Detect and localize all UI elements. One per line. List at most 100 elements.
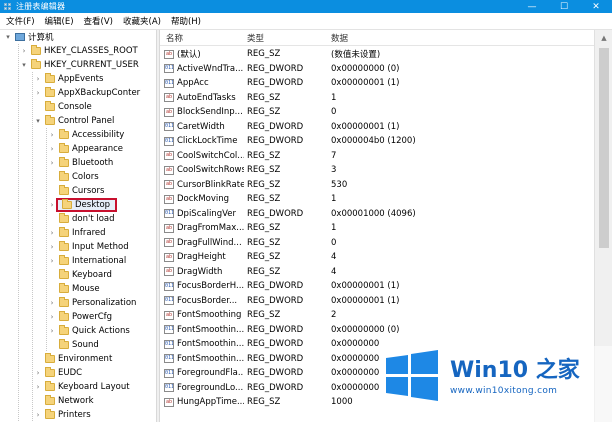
menu-file[interactable]: 文件(F) — [6, 15, 35, 27]
tree-node-appevents[interactable]: › AppEvents — [34, 72, 103, 86]
value-type: REG_DWORD — [247, 353, 304, 364]
tree-node-control-panel[interactable]: ▾ Control Panel — [34, 114, 114, 128]
value-name-cell: 011 CaretWidth — [164, 122, 244, 132]
expanded-chevron-icon[interactable]: ▾ — [34, 117, 42, 125]
collapsed-chevron-icon[interactable]: › — [34, 75, 42, 83]
collapsed-chevron-icon[interactable]: › — [20, 47, 28, 55]
collapsed-chevron-icon[interactable]: › — [48, 145, 56, 153]
tree-node-international[interactable]: › International — [48, 254, 126, 268]
value-type: REG_SZ — [247, 165, 281, 176]
column-header-type[interactable]: 类型 — [247, 32, 264, 44]
table-row[interactable]: ab CursorBlinkRate REG_SZ 530 — [160, 178, 594, 193]
scroll-up-icon[interactable]: ▲ — [595, 30, 612, 46]
tree-node-sound[interactable]: Sound — [48, 338, 99, 352]
table-row[interactable]: ab DragWidth REG_SZ 4 — [160, 265, 594, 280]
table-row[interactable]: 011 CaretWidth REG_DWORD 0x00000001 (1) — [160, 120, 594, 135]
string-value-icon: ab — [164, 252, 174, 262]
folder-icon — [59, 213, 69, 223]
collapsed-chevron-icon[interactable]: › — [34, 89, 42, 97]
folder-icon — [59, 129, 69, 139]
table-row[interactable]: ab CoolSwitchRows REG_SZ 3 — [160, 163, 594, 178]
table-row[interactable]: ab BlockSendInp... REG_SZ 0 — [160, 105, 594, 120]
value-type: REG_SZ — [247, 223, 281, 234]
tree-node-desktop[interactable]: › Desktop — [48, 198, 118, 212]
minimize-button[interactable]: — — [516, 0, 548, 13]
column-header-data[interactable]: 数据 — [331, 32, 348, 44]
table-row[interactable]: ab DragFromMax... REG_SZ 1 — [160, 221, 594, 236]
close-button[interactable]: ✕ — [580, 0, 612, 13]
value-name: ForegroundLo... — [177, 382, 244, 393]
value-name: ClickLockTime — [177, 136, 238, 147]
tree-node-input-method[interactable]: › Input Method — [48, 240, 129, 254]
menu-edit[interactable]: 编辑(E) — [45, 15, 74, 27]
collapsed-chevron-icon[interactable]: › — [34, 411, 42, 419]
table-row[interactable]: ab DockMoving REG_SZ 1 — [160, 192, 594, 207]
table-row[interactable]: ab (默认) REG_SZ (数值未设置) — [160, 47, 594, 62]
tree-node-console[interactable]: Console — [34, 100, 92, 114]
tree-node-appxbackup[interactable]: › AppXBackupConter — [34, 86, 140, 100]
folder-icon — [59, 255, 69, 265]
collapsed-chevron-icon[interactable]: › — [48, 159, 56, 167]
folder-icon — [59, 185, 69, 195]
column-header-name[interactable]: 名称 — [166, 32, 183, 44]
scrollbar-thumb[interactable] — [599, 48, 609, 248]
menu-view[interactable]: 查看(V) — [84, 15, 113, 27]
collapsed-chevron-icon[interactable]: › — [48, 131, 56, 139]
collapsed-chevron-icon[interactable]: › — [48, 327, 56, 335]
tree-node-network[interactable]: Network — [34, 394, 94, 408]
collapsed-chevron-icon[interactable]: › — [48, 201, 56, 209]
expanded-chevron-icon[interactable]: ▾ — [20, 61, 28, 69]
value-type: REG_DWORD — [247, 281, 304, 292]
tree-node-environment[interactable]: Environment — [34, 352, 112, 366]
table-row[interactable]: ab DragHeight REG_SZ 4 — [160, 250, 594, 265]
tree-node-dont-load[interactable]: don't load — [48, 212, 115, 226]
value-type: REG_DWORD — [247, 382, 304, 393]
value-data: 0x0000000 — [331, 339, 380, 350]
menu-favorites[interactable]: 收藏夹(A) — [123, 15, 161, 27]
collapsed-chevron-icon[interactable]: › — [48, 313, 56, 321]
value-name-cell: 011 ActiveWndTra... — [164, 64, 244, 74]
collapsed-chevron-icon[interactable]: › — [48, 229, 56, 237]
tree-node-eudc[interactable]: › EUDC — [34, 366, 82, 380]
tree-node-hkcu[interactable]: ▾ HKEY_CURRENT_USER — [20, 58, 139, 72]
tree-node-appearance[interactable]: › Appearance — [48, 142, 123, 156]
tree-node-bluetooth[interactable]: › Bluetooth — [48, 156, 113, 170]
tree-node-hkcr[interactable]: › HKEY_CLASSES_ROOT — [20, 44, 138, 58]
table-row[interactable]: 011 DpiScalingVer REG_DWORD 0x00001000 (409… — [160, 207, 594, 222]
table-row[interactable]: 011 FocusBorderH... REG_DWORD 0x00000001 (1… — [160, 279, 594, 294]
expanded-chevron-icon[interactable]: ▾ — [4, 33, 12, 41]
tree-node-personalization[interactable]: › Personalization — [48, 296, 136, 310]
tree-node-keyboard-layout[interactable]: › Keyboard Layout — [34, 380, 130, 394]
table-row[interactable]: ab CoolSwitchCol... REG_SZ 7 — [160, 149, 594, 164]
table-row[interactable]: 011 FocusBorder... REG_DWORD 0x00000001 (1) — [160, 294, 594, 309]
tree-node-quick-actions[interactable]: › Quick Actions — [48, 324, 130, 338]
tree-node-computer[interactable]: ▾ 计算机 — [4, 30, 54, 44]
table-row[interactable]: ab DragFullWind... REG_SZ 0 — [160, 236, 594, 251]
table-row[interactable]: 011 ClickLockTime REG_DWORD 0x000004b0 (120… — [160, 134, 594, 149]
collapsed-chevron-icon[interactable]: › — [48, 257, 56, 265]
table-row[interactable]: ab FontSmoothing REG_SZ 2 — [160, 308, 594, 323]
tree-node-infrared[interactable]: › Infrared — [48, 226, 106, 240]
value-name: FontSmoothin... — [177, 353, 244, 364]
tree-node-colors[interactable]: Colors — [48, 170, 99, 184]
collapsed-chevron-icon[interactable]: › — [34, 369, 42, 377]
collapsed-chevron-icon[interactable]: › — [48, 299, 56, 307]
collapsed-chevron-icon[interactable]: › — [34, 383, 42, 391]
table-row[interactable]: 011 ActiveWndTra... REG_DWORD 0x00000000 (0… — [160, 62, 594, 77]
maximize-button[interactable]: ☐ — [548, 0, 580, 13]
tree-node-mouse[interactable]: Mouse — [48, 282, 100, 296]
tree-node-keyboard[interactable]: Keyboard — [48, 268, 112, 282]
value-data: 0x00000001 (1) — [331, 78, 400, 89]
folder-icon — [59, 339, 69, 349]
table-row[interactable]: ab AutoEndTasks REG_SZ 1 — [160, 91, 594, 106]
collapsed-chevron-icon[interactable]: › — [48, 243, 56, 251]
value-name-cell: ab BlockSendInp... — [164, 107, 244, 117]
tree-node-accessibility[interactable]: › Accessibility — [48, 128, 124, 142]
menu-help[interactable]: 帮助(H) — [171, 15, 201, 27]
selected-node-highlight[interactable]: Desktop — [56, 198, 118, 212]
tree-node-powercfg[interactable]: › PowerCfg — [48, 310, 112, 324]
tree-node-cursors[interactable]: Cursors — [48, 184, 104, 198]
table-row[interactable]: 011 FontSmoothin... REG_DWORD 0x00000000 (0… — [160, 323, 594, 338]
table-row[interactable]: 011 AppAcc REG_DWORD 0x00000001 (1) — [160, 76, 594, 91]
tree-node-printers[interactable]: › Printers — [34, 408, 91, 422]
